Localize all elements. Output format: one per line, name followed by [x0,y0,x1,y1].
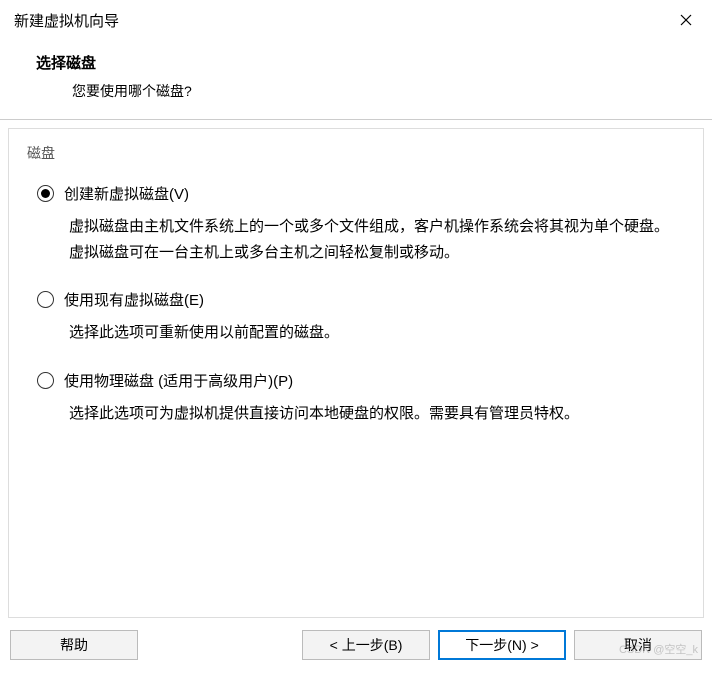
radio-label-physical: 使用物理磁盘 (适用于高级用户)(P) [64,370,293,391]
page-subtitle: 您要使用哪个磁盘? [36,81,676,101]
section-label: 磁盘 [27,143,685,163]
radio-row-physical[interactable]: 使用物理磁盘 (适用于高级用户)(P) [37,370,685,391]
radio-label-existing: 使用现有虚拟磁盘(E) [64,289,204,310]
window-title: 新建虚拟机向导 [14,10,119,31]
option-create-new-disk: 创建新虚拟磁盘(V) 虚拟磁盘由主机文件系统上的一个或多个文件组成，客户机操作系… [27,183,685,265]
radio-row-create[interactable]: 创建新虚拟磁盘(V) [37,183,685,204]
close-icon [680,14,692,26]
disk-panel: 磁盘 创建新虚拟磁盘(V) 虚拟磁盘由主机文件系统上的一个或多个文件组成，客户机… [8,128,704,618]
page-title: 选择磁盘 [36,52,676,73]
option-use-physical-disk: 使用物理磁盘 (适用于高级用户)(P) 选择此选项可为虚拟机提供直接访问本地硬盘… [27,370,685,427]
option-use-existing-disk: 使用现有虚拟磁盘(E) 选择此选项可重新使用以前配置的磁盘。 [27,289,685,346]
button-bar: 帮助 < 上一步(B) 下一步(N) > 取消 [0,618,712,672]
radio-label-create: 创建新虚拟磁盘(V) [64,183,189,204]
help-button[interactable]: 帮助 [10,630,138,660]
header-divider [0,119,712,120]
title-bar: 新建虚拟机向导 [0,0,712,40]
nav-buttons: < 上一步(B) 下一步(N) > 取消 [302,630,702,660]
back-button[interactable]: < 上一步(B) [302,630,430,660]
next-button[interactable]: 下一步(N) > [438,630,566,660]
radio-desc-existing: 选择此选项可重新使用以前配置的磁盘。 [37,320,685,346]
radio-physical[interactable] [37,372,54,389]
wizard-header: 选择磁盘 您要使用哪个磁盘? [0,40,712,119]
radio-row-existing[interactable]: 使用现有虚拟磁盘(E) [37,289,685,310]
radio-existing[interactable] [37,291,54,308]
close-button[interactable] [674,8,698,32]
radio-create[interactable] [37,185,54,202]
radio-desc-physical: 选择此选项可为虚拟机提供直接访问本地硬盘的权限。需要具有管理员特权。 [37,401,685,427]
radio-desc-create: 虚拟磁盘由主机文件系统上的一个或多个文件组成，客户机操作系统会将其视为单个硬盘。… [37,214,685,265]
cancel-button[interactable]: 取消 [574,630,702,660]
